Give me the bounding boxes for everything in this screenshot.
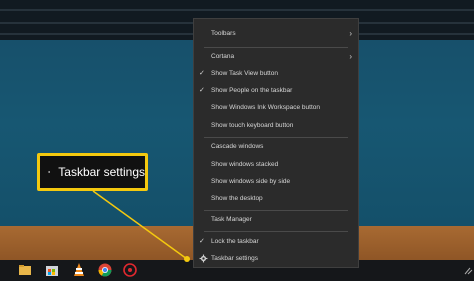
menu-item-label: Task Manager bbox=[211, 216, 252, 223]
menu-item-label: Cortana bbox=[211, 53, 235, 60]
chevron-right-icon: › bbox=[349, 29, 352, 38]
show-desktop-icon[interactable] bbox=[462, 262, 474, 278]
menu-separator bbox=[204, 231, 348, 232]
menu-item-label: Cascade windows bbox=[211, 143, 264, 150]
menu-item-label: Lock the taskbar bbox=[211, 238, 259, 245]
menu-item-show-the-desktop[interactable]: Show the desktop bbox=[194, 190, 358, 207]
gear-icon bbox=[199, 254, 208, 263]
menu-item-show-touch-keyboard[interactable]: Show touch keyboard button bbox=[194, 117, 358, 134]
checkmark-icon: ✓ bbox=[199, 238, 205, 245]
taskbar-settings-callout: Taskbar settings bbox=[37, 153, 148, 191]
menu-item-label: Show windows stacked bbox=[211, 161, 279, 168]
app-icon[interactable] bbox=[122, 262, 138, 278]
chevron-right-icon: › bbox=[349, 52, 352, 61]
menu-item-label: Show People on the taskbar bbox=[211, 87, 293, 94]
menu-item-cortana[interactable]: Cortana › bbox=[194, 48, 358, 65]
menu-item-show-task-view-button[interactable]: ✓ Show Task View button bbox=[194, 65, 358, 82]
chrome-icon[interactable] bbox=[97, 262, 113, 278]
menu-item-show-people[interactable]: ✓ Show People on the taskbar bbox=[194, 82, 358, 99]
menu-item-task-manager[interactable]: Task Manager bbox=[194, 211, 358, 228]
menu-item-show-windows-stacked[interactable]: Show windows stacked bbox=[194, 156, 358, 173]
menu-item-show-windows-side-by-side[interactable]: Show windows side by side bbox=[194, 173, 358, 190]
gear-icon bbox=[48, 171, 51, 173]
menu-item-show-ink-workspace[interactable]: Show Windows Ink Workspace button bbox=[194, 99, 358, 116]
checkmark-icon: ✓ bbox=[199, 70, 205, 77]
menu-item-label: Show Windows Ink Workspace button bbox=[211, 104, 320, 111]
menu-item-label: Toolbars bbox=[211, 30, 236, 37]
checkmark-icon: ✓ bbox=[199, 87, 205, 94]
menu-item-label: Show windows side by side bbox=[211, 178, 291, 185]
store-icon[interactable] bbox=[44, 262, 60, 278]
callout-label: Taskbar settings bbox=[58, 165, 145, 179]
taskbar-context-menu[interactable]: Toolbars › Cortana › ✓ Show Task View bu… bbox=[193, 18, 359, 268]
menu-item-toolbars[interactable]: Toolbars › bbox=[194, 25, 358, 42]
menu-item-label: Show Task View button bbox=[211, 70, 278, 77]
menu-item-lock-the-taskbar[interactable]: ✓ Lock the taskbar bbox=[194, 233, 358, 250]
file-explorer-icon[interactable] bbox=[17, 262, 33, 278]
menu-item-taskbar-settings[interactable]: Taskbar settings bbox=[194, 250, 358, 267]
menu-item-label: Taskbar settings bbox=[211, 255, 258, 262]
menu-item-label: Show the desktop bbox=[211, 195, 263, 202]
menu-item-label: Show touch keyboard button bbox=[211, 122, 294, 129]
menu-item-cascade-windows[interactable]: Cascade windows bbox=[194, 138, 358, 155]
vlc-icon[interactable] bbox=[71, 262, 87, 278]
